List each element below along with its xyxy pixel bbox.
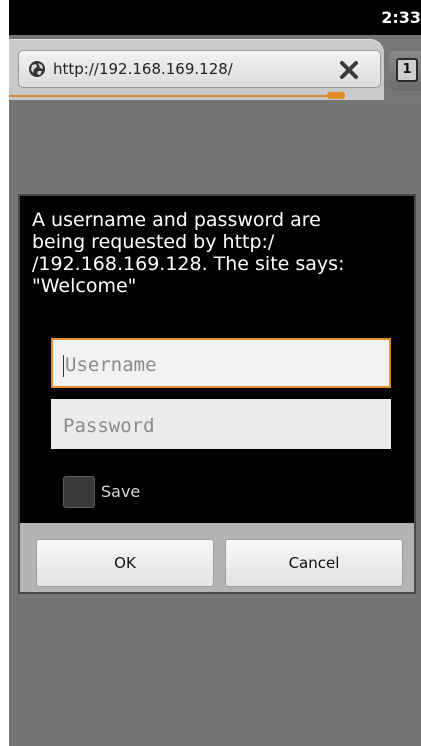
status-time: 2:33 [381, 8, 421, 27]
tabs-button[interactable]: 1 [389, 51, 421, 91]
page-load-progress [9, 95, 339, 97]
save-checkbox[interactable] [63, 476, 95, 508]
auth-dialog: A username and password are being reques… [18, 194, 416, 594]
status-bar: 2:33 [9, 0, 421, 35]
text-caret [63, 354, 64, 377]
ok-button[interactable]: OK [36, 539, 214, 587]
globe-icon [28, 60, 46, 78]
username-placeholder: Username [65, 354, 157, 376]
tab-count-badge: 1 [396, 58, 418, 82]
browser-toolbar: http://192.168.169.128/ 1 [9, 35, 421, 100]
username-input[interactable]: Username [51, 338, 391, 388]
dialog-button-bar: OK Cancel [20, 523, 414, 592]
close-icon[interactable] [336, 57, 362, 83]
dialog-message: A username and password are being reques… [32, 209, 345, 297]
progress-tip [327, 92, 345, 99]
password-placeholder: Password [63, 415, 155, 437]
cancel-button[interactable]: Cancel [225, 539, 403, 587]
url-text: http://192.168.169.128/ [53, 60, 233, 78]
password-input[interactable]: Password [51, 399, 391, 449]
phone-screen: 2:33 http://192.168.169.128/ 1 A usernam… [9, 0, 421, 746]
url-field[interactable]: http://192.168.169.128/ [18, 50, 381, 88]
save-label: Save [101, 482, 141, 501]
